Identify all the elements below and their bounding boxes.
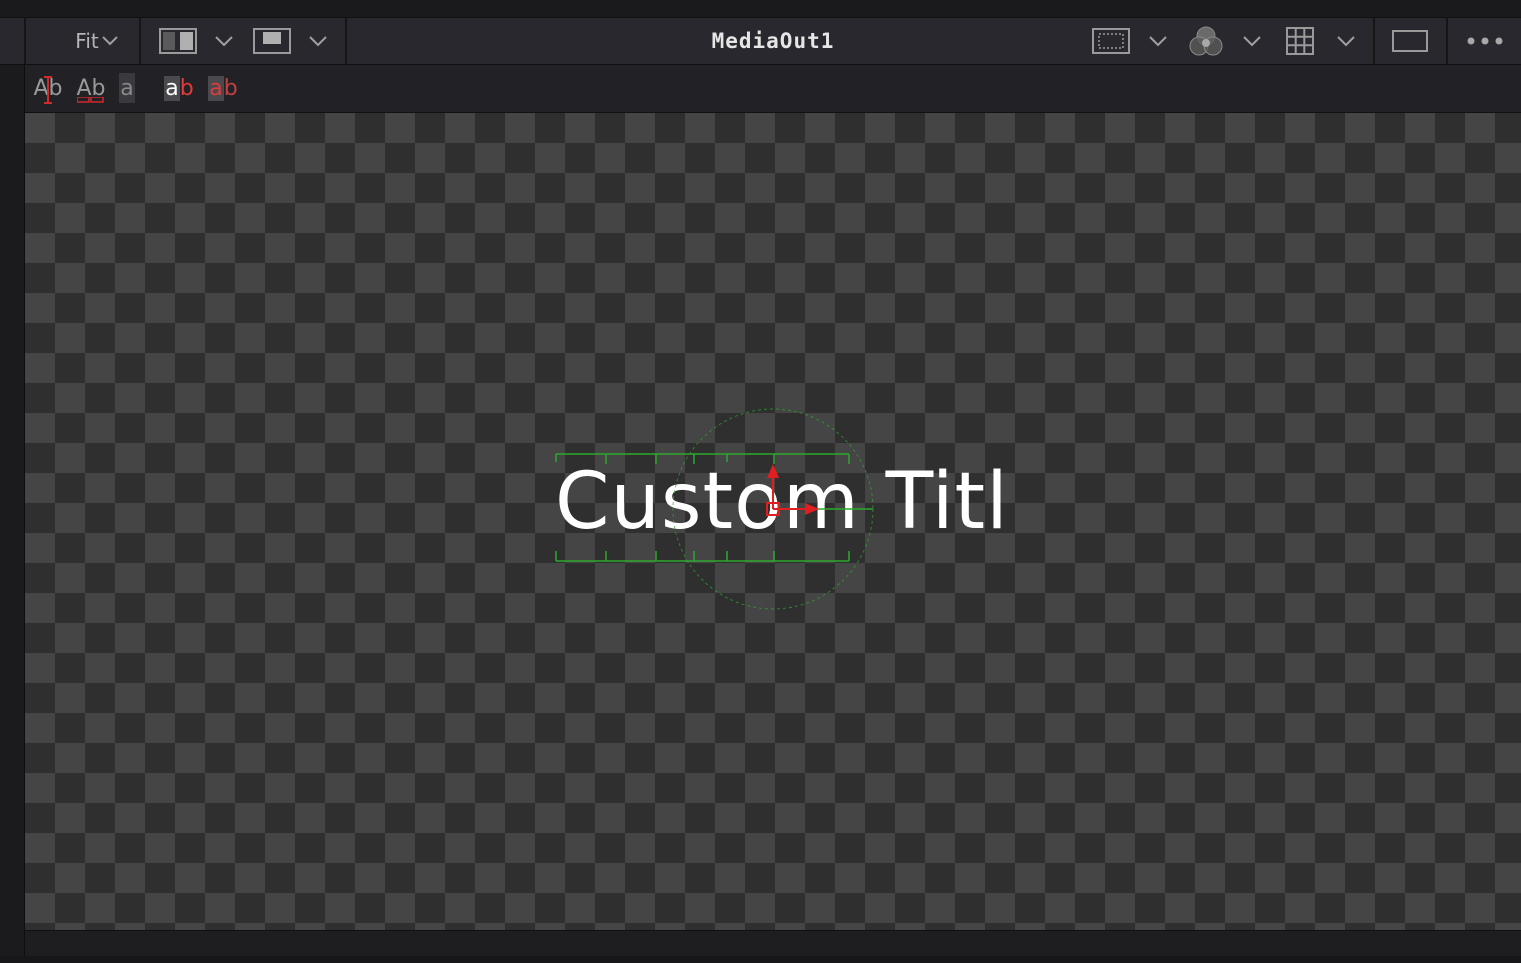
text-button-label-b: b (223, 75, 238, 101)
text-character-mode-button[interactable]: a (119, 73, 135, 103)
toolbar-divider (1373, 18, 1375, 64)
grid-button[interactable] (1282, 18, 1318, 64)
single-view-icon (253, 28, 291, 54)
roi-icon (1092, 28, 1130, 54)
grid-icon (1286, 27, 1314, 55)
aspect-rect-icon (1392, 30, 1428, 52)
zoom-label: Fit (75, 29, 99, 53)
toolbar-divider (1446, 18, 1448, 64)
text-highlight-all-button[interactable]: ab (207, 73, 239, 103)
viewer-toolbar: Fit MediaOut1 (0, 17, 1521, 65)
viewer-canvas[interactable]: Custom Titl (25, 113, 1521, 930)
y-axis-arrow-icon (767, 464, 779, 478)
transform-axis-handle (766, 464, 819, 516)
window-bottom-strip (0, 956, 1521, 963)
text-highlight-selected-button[interactable]: ab (163, 73, 195, 103)
chevron-down-icon (214, 35, 234, 47)
viewer-title: MediaOut1 (711, 29, 835, 53)
roi-dropdown[interactable] (1144, 18, 1172, 64)
text-tool-toolbar: Ab Ab a ab ab (25, 65, 1521, 113)
more-options-icon (1466, 36, 1504, 46)
toolbar-divider (345, 18, 347, 64)
text-button-label: a (120, 75, 134, 101)
split-view-icon (159, 28, 197, 54)
text-button-label-b: b (179, 75, 194, 101)
bottom-ruler-guide (555, 551, 850, 562)
chevron-down-icon (1148, 35, 1168, 47)
viewer-status-bar (25, 930, 1521, 956)
split-view-button[interactable] (156, 18, 200, 64)
x-axis-arrow-icon (805, 503, 819, 515)
text-kerning-mode-button[interactable]: Ab (74, 73, 108, 103)
more-options-button[interactable] (1462, 18, 1508, 64)
split-view-dropdown[interactable] (210, 18, 238, 64)
top-ruler-guide (555, 453, 850, 464)
aspect-guide-button[interactable] (1388, 18, 1432, 64)
chevron-down-icon (1242, 35, 1262, 47)
color-channels-dropdown[interactable] (1238, 18, 1266, 64)
kerning-marker-icon (77, 97, 105, 103)
text-cursor-icon (42, 75, 54, 105)
transform-overlay[interactable] (25, 113, 1521, 930)
color-channels-icon (1186, 23, 1226, 59)
text-button-label-a: a (208, 75, 224, 101)
zoom-fit-dropdown[interactable]: Fit (66, 18, 128, 64)
roi-button[interactable] (1090, 18, 1132, 64)
grid-dropdown[interactable] (1332, 18, 1360, 64)
chevron-down-icon (101, 35, 119, 47)
single-view-dropdown[interactable] (304, 18, 332, 64)
text-button-label-a: a (164, 75, 180, 101)
chevron-down-icon (1336, 35, 1356, 47)
toolbar-divider (24, 18, 26, 64)
chevron-down-icon (308, 35, 328, 47)
toolbar-divider (139, 18, 141, 64)
text-cursor-mode-button[interactable]: Ab (31, 73, 65, 105)
single-view-button[interactable] (250, 18, 294, 64)
viewer-left-rail (0, 65, 25, 963)
color-channels-button[interactable] (1184, 18, 1228, 64)
window-top-strip (0, 0, 1521, 17)
